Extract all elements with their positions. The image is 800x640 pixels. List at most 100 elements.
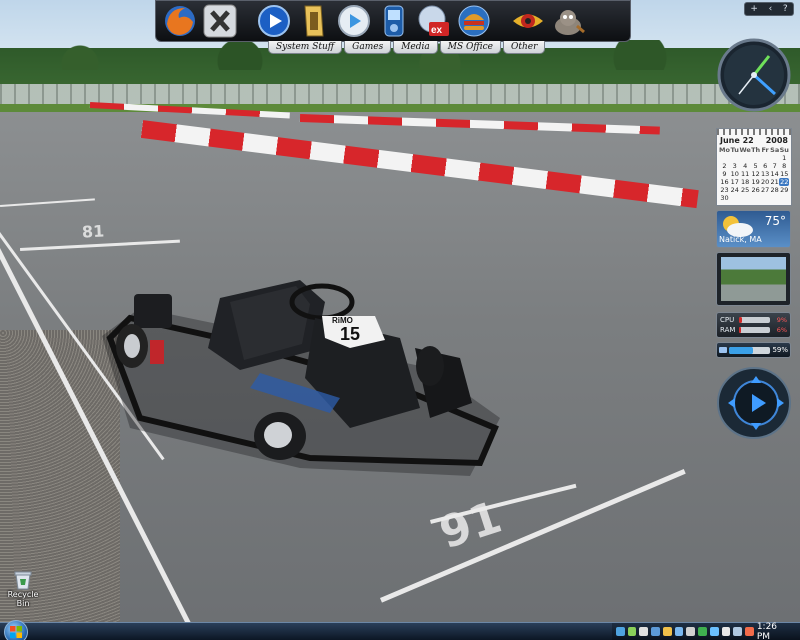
calendar-day[interactable]: 25 [739,186,750,194]
calendar-day[interactable]: 14 [770,170,780,178]
calendar-day[interactable]: 27 [760,186,770,194]
winamp-icon[interactable] [296,3,332,39]
tray-icon[interactable] [674,627,684,636]
calendar-day [770,154,780,162]
battery-gadget[interactable]: 59% [716,342,791,358]
tab-media[interactable]: Media [393,41,438,54]
sidebar-controls: + ‹ ? [744,2,794,16]
svg-text:ex: ex [431,25,443,36]
calendar-day[interactable]: 5 [751,162,761,170]
gimp-icon[interactable] [550,3,586,39]
slideshow-gadget[interactable] [716,252,791,306]
clock-gadget[interactable] [717,38,791,112]
tray-icon[interactable] [698,627,707,636]
ram-label: RAM [720,326,736,334]
previous-gadget-button[interactable]: ‹ [769,4,773,14]
calendar-day[interactable]: 22 [779,178,789,186]
calendar-day[interactable]: 12 [751,170,761,178]
tray-icon[interactable] [651,627,660,636]
calendar-weekday: Su [779,146,789,154]
go-kart-photo: 15 RiMO [102,280,500,476]
calendar-day[interactable]: 29 [779,186,789,194]
calendar-day[interactable]: 17 [730,178,740,186]
kart-number: 15 [340,324,360,344]
media-control-gadget[interactable] [716,366,792,440]
calendar-day[interactable]: 1 [779,154,789,162]
calendar-weekday: Mo [719,146,730,154]
help-button[interactable]: ? [783,4,788,14]
calendar-day [719,154,730,162]
battery-meter [729,346,771,354]
eye-icon[interactable] [510,3,546,39]
ram-meter-fill [739,327,741,333]
calendar-day[interactable]: 9 [719,170,730,178]
calendar-day[interactable]: 3 [730,162,740,170]
calendar-day [739,154,750,162]
tray-icon[interactable] [709,627,719,636]
tab-system-stuff[interactable]: System Stuff [268,41,343,54]
calendar-day[interactable]: 4 [739,162,750,170]
calendar-day[interactable]: 16 [719,178,730,186]
calendar-day [751,154,761,162]
cpu-meter [739,317,770,323]
excel-icon[interactable]: ex [416,3,452,39]
calendar-grid: Mo Tu We Th Fr Sa Su 1 2 3 4 5 6 7 8 9 10 11 12 13 14 15 16 17 1… [717,145,791,203]
tray-icon[interactable] [627,627,637,636]
tab-other[interactable]: Other [503,41,546,54]
cpu-meter-gadget[interactable]: CPU 9% RAM 6% [716,312,791,338]
mp3-player-icon[interactable] [376,3,412,39]
calendar-day[interactable]: 2 [719,162,730,170]
calendar-date: June 22 [720,136,754,145]
calendar-day[interactable]: 23 [719,186,730,194]
calendar-day[interactable]: 21 [770,178,780,186]
taskbar-clock[interactable]: 1:26 PM [757,622,792,640]
calendar-day[interactable]: 24 [730,186,740,194]
recycle-bin[interactable]: Recycle Bin [2,570,44,608]
calendar-day[interactable]: 15 [779,170,789,178]
desktop-wallpaper: 81 9 1 15 RiMO [0,0,800,640]
play-icon[interactable] [336,3,372,39]
calendar-gadget[interactable]: June 22 2008 Mo Tu We Th Fr Sa Su 1 2 3 4 5 6 7 8 9 10 11… [716,128,792,206]
recycle-bin-label: Recycle Bin [7,590,39,608]
calendar-day[interactable]: 28 [770,186,780,194]
battery-meter-fill [729,346,754,354]
kart-brand: RiMO [332,316,353,325]
cpu-label: CPU [720,316,735,324]
recycle-bin-icon [14,571,32,590]
battery-icon [719,347,727,353]
calendar-day[interactable]: 6 [760,162,770,170]
calendar-day[interactable]: 7 [770,162,780,170]
tray-icon[interactable] [686,627,696,636]
cpu-value: 9% [776,316,787,324]
xion-icon[interactable] [202,3,238,39]
media-player-icon[interactable] [256,3,292,39]
calendar-day[interactable]: 18 [739,178,750,186]
start-button[interactable] [4,620,28,640]
tray-icon[interactable] [745,627,754,636]
calendar-day[interactable]: 10 [730,170,740,178]
weather-gadget[interactable]: 75° Natick, MA [716,210,791,248]
tray-icon[interactable] [616,627,625,636]
calendar-day[interactable]: 20 [760,178,770,186]
tray-icon[interactable] [639,627,649,636]
ram-meter [739,327,770,333]
system-tray: 1:26 PM [612,622,800,640]
add-gadget-button[interactable]: + [750,4,758,14]
tab-games[interactable]: Games [344,41,392,54]
calendar-day[interactable]: 13 [760,170,770,178]
calendar-day[interactable]: 8 [779,162,789,170]
burger-icon[interactable] [456,3,492,39]
calendar-day[interactable]: 26 [751,186,761,194]
weather-temperature: 75° [764,214,786,228]
taskbar: 1:26 PM [0,620,800,640]
tray-icon[interactable] [721,627,731,636]
tray-icon[interactable] [662,627,672,636]
calendar-weekday: We [739,146,751,154]
windows-logo-icon [10,626,22,638]
tab-ms-office[interactable]: MS Office [439,41,502,54]
firefox-icon[interactable] [162,3,198,39]
calendar-day[interactable]: 11 [739,170,750,178]
calendar-day[interactable]: 30 [719,194,730,202]
tray-icon[interactable] [733,627,743,636]
calendar-day[interactable]: 19 [751,178,761,186]
